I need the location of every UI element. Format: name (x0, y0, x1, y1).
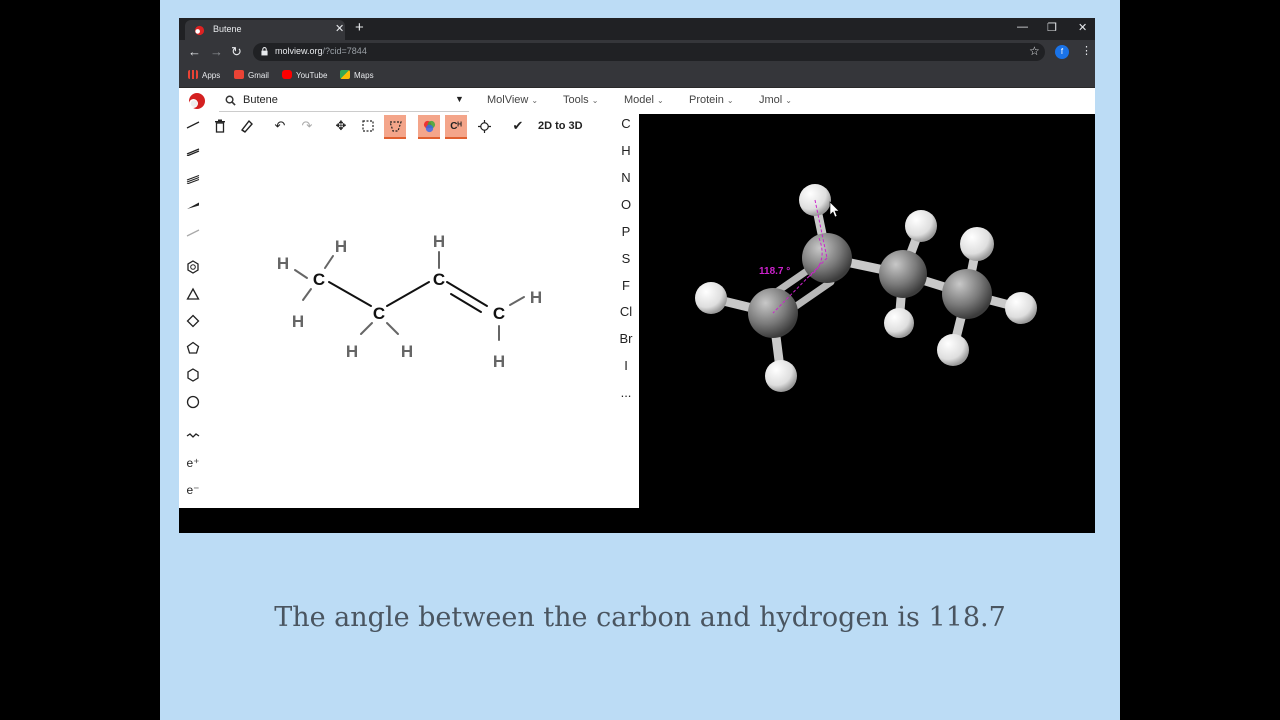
bond (509, 296, 525, 306)
app-menubar: Butene ▼ MolView ⌄ Tools ⌄ Model ⌄ Protein ⌄… (179, 88, 1095, 115)
atom-c3[interactable]: C (433, 270, 445, 289)
bookmark-maps[interactable]: Maps (340, 70, 374, 80)
hydrogen-atom[interactable] (884, 308, 914, 338)
atom-h[interactable]: H (335, 237, 347, 256)
ball-and-stick-model[interactable]: 118.7 ° (639, 114, 1095, 533)
youtube-icon (282, 70, 292, 79)
hydrogen-atom[interactable] (695, 282, 727, 314)
apps-grid-icon (188, 70, 198, 79)
bond (360, 322, 373, 335)
reload-icon[interactable]: ↻ (231, 45, 242, 59)
menu-label: MolView (487, 94, 529, 106)
bookmarks-bar: Apps Gmail YouTube Maps (179, 65, 1095, 88)
search-value: Butene (243, 94, 278, 106)
atom-h[interactable]: H (346, 342, 358, 361)
hydrogen-atom[interactable] (905, 210, 937, 242)
bookmark-star-icon[interactable]: ☆ (1029, 44, 1040, 58)
menu-tools[interactable]: Tools ⌄ (563, 94, 598, 106)
hydrogen-bond-lines (294, 251, 525, 341)
minimize-icon[interactable]: — (1017, 21, 1028, 33)
tab-close-icon[interactable]: ✕ (335, 22, 344, 35)
menu-label: Jmol (759, 94, 783, 106)
bond (386, 322, 399, 335)
search-icon (225, 95, 236, 106)
restore-icon[interactable]: ❐ (1047, 21, 1057, 34)
tab-bar: Butene ✕ + — ❐ ✕ (179, 18, 1095, 40)
bookmark-gmail[interactable]: Gmail (234, 70, 269, 80)
bond (386, 281, 430, 307)
molview-logo-icon[interactable] (187, 91, 207, 111)
browser-window: Butene ✕ + — ❐ ✕ ← → ↻ molview.org/?cid=… (179, 18, 1095, 533)
atom-h[interactable]: H (530, 288, 542, 307)
browser-menu-icon[interactable]: ⋮ (1081, 44, 1092, 57)
bookmark-youtube[interactable]: YouTube (282, 70, 327, 80)
menu-jmol[interactable]: Jmol ⌄ (759, 94, 792, 106)
menu-protein[interactable]: Protein ⌄ (689, 94, 734, 106)
window-close-icon[interactable]: ✕ (1078, 21, 1087, 34)
bookmark-label: Apps (202, 71, 221, 80)
atom-h[interactable]: H (493, 352, 505, 371)
bookmark-label: YouTube (296, 71, 328, 80)
url-text: molview.org/?cid=7844 (275, 46, 367, 56)
menu-label: Model (624, 94, 654, 106)
atom-c1[interactable]: C (313, 270, 325, 289)
bond (328, 281, 372, 307)
mouse-cursor-icon (829, 201, 840, 218)
hydrogen-atom[interactable] (960, 227, 994, 261)
bookmark-label: Maps (354, 71, 374, 80)
search-input[interactable]: Butene ▼ (219, 91, 469, 112)
menu-label: Protein (689, 94, 724, 106)
menu-label: Tools (563, 94, 589, 106)
bookmark-apps[interactable]: Apps (188, 70, 220, 80)
hydrogen-atom[interactable] (1005, 292, 1037, 324)
menu-molview[interactable]: MolView ⌄ (487, 94, 538, 106)
atom-h[interactable]: H (433, 232, 445, 251)
tab-title: Butene (213, 24, 242, 34)
bond (294, 269, 308, 279)
new-tab-icon[interactable]: + (355, 19, 364, 36)
hydrogen-atom[interactable] (765, 360, 797, 392)
forward-icon[interactable]: → (210, 45, 223, 59)
profile-avatar[interactable]: f (1055, 45, 1069, 59)
chevron-down-icon: ⌄ (785, 96, 792, 105)
atom-h[interactable]: H (292, 312, 304, 331)
chevron-down-icon: ⌄ (591, 96, 599, 105)
url-host: molview.org (275, 46, 323, 56)
sketcher-panel[interactable]: ↶ ↷ ✥ Cᴴ ✔ 2D to 3D e⁺ e⁻ C H N O P S F … (179, 114, 639, 508)
atom-h[interactable]: H (401, 342, 413, 361)
lock-icon (261, 47, 268, 56)
3d-viewer[interactable]: 118.7 ° (639, 114, 1095, 533)
url-field[interactable]: molview.org/?cid=7844 ☆ (253, 43, 1045, 61)
molview-app: Butene ▼ MolView ⌄ Tools ⌄ Model ⌄ Protein ⌄… (179, 88, 1095, 533)
double-bond-outer (446, 281, 488, 307)
menu-model[interactable]: Model ⌄ (624, 94, 664, 106)
back-icon[interactable]: ← (188, 45, 201, 59)
chevron-down-icon: ⌄ (656, 96, 664, 105)
address-bar: ← → ↻ molview.org/?cid=7844 ☆ f ⋮ (179, 40, 1095, 65)
browser-tab[interactable]: Butene ✕ (185, 20, 345, 40)
bond-lines (328, 281, 488, 313)
bond (302, 288, 312, 301)
maps-icon (340, 70, 350, 79)
url-path: /?cid=7844 (322, 46, 367, 56)
bond (324, 255, 334, 269)
double-bond-inner (450, 293, 482, 313)
slide-caption: The angle between the carbon and hydroge… (274, 602, 1006, 633)
gmail-icon (234, 70, 244, 79)
structure-2d[interactable]: C C C C H H H H H H H H (179, 114, 639, 508)
chevron-down-icon: ⌄ (726, 96, 734, 105)
search-dropdown-icon[interactable]: ▼ (455, 94, 464, 104)
hydrogen-atom[interactable] (937, 334, 969, 366)
atom-c2[interactable]: C (373, 304, 385, 323)
bookmark-label: Gmail (248, 71, 269, 80)
atom-c4[interactable]: C (493, 304, 505, 323)
chevron-down-icon: ⌄ (531, 96, 539, 105)
angle-label: 118.7 ° (759, 266, 790, 277)
carbon-atom[interactable] (879, 250, 927, 298)
carbon-atom[interactable] (942, 269, 992, 319)
molview-favicon-icon (194, 25, 205, 36)
atom-h[interactable]: H (277, 254, 289, 273)
